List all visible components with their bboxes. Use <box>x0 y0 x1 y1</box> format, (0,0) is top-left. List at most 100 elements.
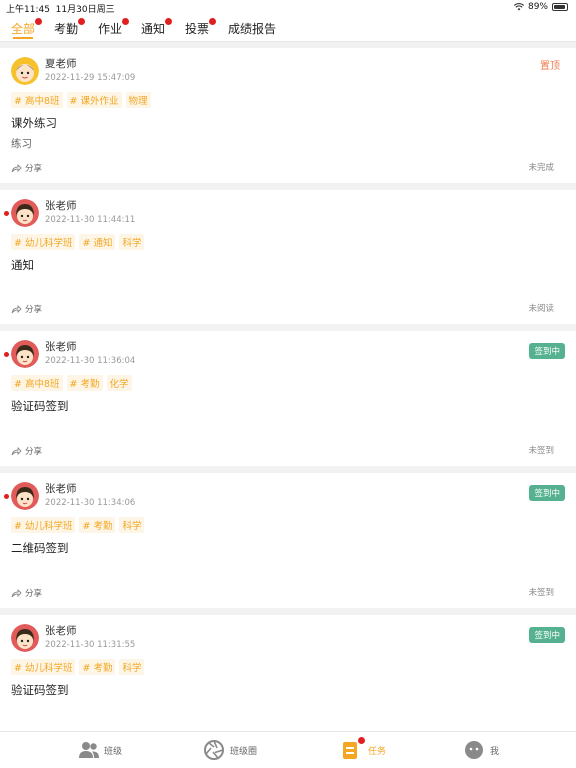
pinned-label: 置顶 <box>540 61 560 72</box>
active-tab-indicator <box>13 37 33 39</box>
tag-subject: 物理 <box>125 92 151 108</box>
shutter-icon <box>204 740 224 760</box>
teacher-name: 张老师 <box>45 625 77 637</box>
tag-subject: 科学 <box>119 659 145 675</box>
share-button[interactable]: 分享 <box>11 303 42 315</box>
tag-list: # 高中8班 # 课外作业 物理 <box>11 92 151 108</box>
teacher-name: 张老师 <box>45 341 77 353</box>
tag-class[interactable]: # 幼儿科学班 <box>11 517 76 533</box>
task-title: 通知 <box>11 258 34 272</box>
share-button[interactable]: 分享 <box>11 445 42 457</box>
tag-type[interactable]: # 通知 <box>79 234 116 250</box>
teacher-name: 夏老师 <box>45 58 77 70</box>
task-card[interactable]: 张老师 2022-11-30 11:31:55 签到中 # 幼儿科学班 # 考勤… <box>0 615 576 731</box>
task-status: 未阅读 <box>528 304 554 314</box>
tag-list: # 幼儿科学班 # 考勤 科学 <box>11 659 145 675</box>
post-time: 2022-11-30 11:36:04 <box>45 356 136 366</box>
status-bar: 上午11:45 11月30日周三 89% <box>0 0 576 15</box>
tab-homework-badge <box>122 18 130 25</box>
tag-class[interactable]: # 高中8班 <box>11 92 63 108</box>
task-title: 验证码签到 <box>11 683 69 697</box>
tab-score-report[interactable]: 成绩报告 <box>228 20 276 37</box>
task-title: 二维码签到 <box>11 541 69 555</box>
task-title: 验证码签到 <box>11 399 69 413</box>
teacher-avatar-icon <box>11 624 39 652</box>
task-body: 练习 <box>11 138 32 150</box>
unread-dot <box>4 494 9 499</box>
teacher-name: 张老师 <box>45 200 77 212</box>
tab-vote[interactable]: 投票 <box>185 18 217 37</box>
nav-class-circle[interactable]: 班级圈 <box>204 740 257 760</box>
people-icon <box>78 740 99 760</box>
task-card[interactable]: 张老师 2022-11-30 11:44:11 # 幼儿科学班 # 通知 科学 … <box>0 190 576 324</box>
teacher-avatar-icon <box>11 340 39 368</box>
avatar <box>11 340 39 368</box>
tag-type[interactable]: # 考勤 <box>79 517 116 533</box>
tab-all-badge <box>35 18 43 25</box>
nav-tasks[interactable]: 任务 <box>342 737 387 760</box>
tab-attendance-badge <box>78 18 86 25</box>
tag-subject: 科学 <box>119 234 145 250</box>
share-icon <box>11 304 22 313</box>
task-card[interactable]: 张老师 2022-11-30 11:36:04 签到中 # 高中8班 # 考勤 … <box>0 331 576 466</box>
status-badge: 签到中 <box>529 485 565 501</box>
avatar <box>11 482 39 510</box>
share-label: 分享 <box>25 589 43 599</box>
nav-me-label: 我 <box>490 746 500 757</box>
unread-dot <box>4 211 9 216</box>
bottom-navigation: 班级 班级圈 任务 我 <box>0 731 576 768</box>
share-button[interactable]: 分享 <box>11 162 42 174</box>
status-right: 89% <box>513 2 568 12</box>
tag-list: # 幼儿科学班 # 通知 科学 <box>11 234 145 250</box>
tag-type[interactable]: # 课外作业 <box>66 92 122 108</box>
tag-type[interactable]: # 考勤 <box>66 375 103 391</box>
tab-attendance[interactable]: 考勤 <box>54 18 86 37</box>
avatar <box>11 199 39 227</box>
tag-class[interactable]: # 幼儿科学班 <box>11 659 76 675</box>
battery-icon <box>552 3 568 11</box>
tag-subject: 科学 <box>119 517 145 533</box>
status-badge: 签到中 <box>529 343 565 359</box>
share-icon <box>11 446 22 455</box>
share-label: 分享 <box>25 447 43 457</box>
teacher-avatar-icon <box>11 57 39 85</box>
tag-class[interactable]: # 幼儿科学班 <box>11 234 76 250</box>
nav-me[interactable]: 我 <box>464 740 499 760</box>
nav-class[interactable]: 班级 <box>78 740 122 760</box>
avatar <box>11 57 39 85</box>
task-status: 未签到 <box>528 588 554 598</box>
nav-tasks-label: 任务 <box>368 746 387 757</box>
share-icon <box>11 588 22 597</box>
unread-dot <box>4 352 9 357</box>
share-icon <box>11 163 22 172</box>
tab-vote-badge <box>209 18 217 25</box>
tag-subject: 化学 <box>106 375 132 391</box>
tab-all[interactable]: 全部 <box>11 18 43 37</box>
share-label: 分享 <box>25 305 43 315</box>
avatar <box>11 624 39 652</box>
tag-list: # 高中8班 # 考勤 化学 <box>11 375 132 391</box>
nav-tasks-badge <box>358 737 365 744</box>
tab-notice-badge <box>165 18 173 25</box>
post-time: 2022-11-30 11:34:06 <box>45 498 136 508</box>
tab-notice[interactable]: 通知 <box>141 18 173 37</box>
tab-homework[interactable]: 作业 <box>98 18 130 37</box>
task-card[interactable]: 张老师 2022-11-30 11:34:06 签到中 # 幼儿科学班 # 考勤… <box>0 473 576 608</box>
post-time: 2022-11-30 11:44:11 <box>45 215 136 225</box>
task-card[interactable]: 夏老师 2022-11-29 15:47:09 置顶 # 高中8班 # 课外作业… <box>0 48 576 183</box>
category-tabs: 全部 考勤 作业 通知 投票 成绩报告 <box>0 14 576 42</box>
wifi-icon <box>513 3 524 11</box>
tag-list: # 幼儿科学班 # 考勤 科学 <box>11 517 145 533</box>
tag-class[interactable]: # 高中8班 <box>11 375 63 391</box>
nav-class-label: 班级 <box>104 746 123 757</box>
task-title: 课外练习 <box>11 116 57 130</box>
battery-percent: 89% <box>527 2 548 12</box>
profile-icon <box>464 740 484 760</box>
task-icon <box>342 737 365 760</box>
share-button[interactable]: 分享 <box>11 587 42 599</box>
teacher-name: 张老师 <box>45 483 77 495</box>
teacher-avatar-icon <box>11 482 39 510</box>
task-status: 未完成 <box>528 163 554 173</box>
teacher-avatar-icon <box>11 199 39 227</box>
tag-type[interactable]: # 考勤 <box>79 659 116 675</box>
